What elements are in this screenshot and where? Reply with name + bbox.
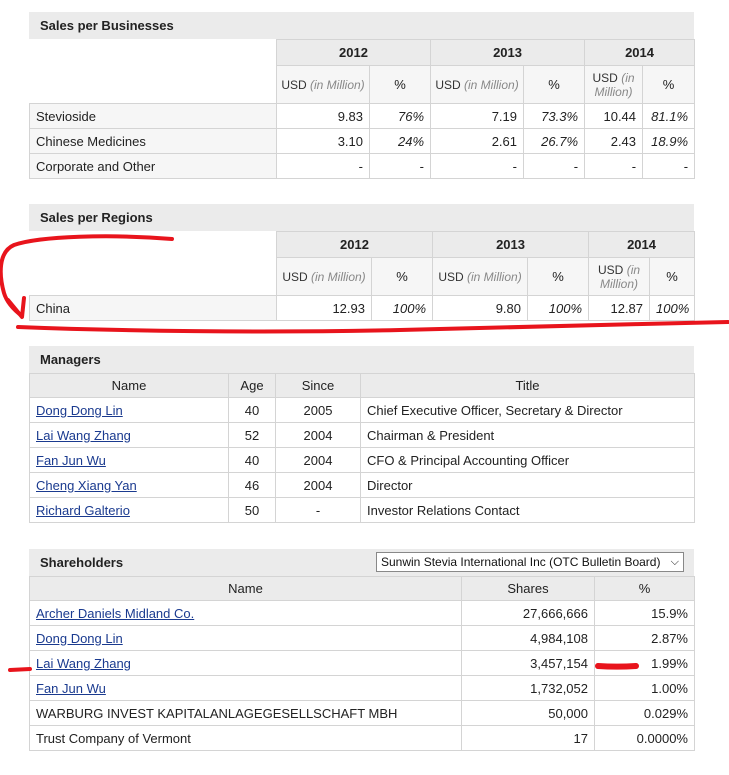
usd-header: USD (in Million) [276,257,372,296]
table-row: Dong Dong Lin 40 2005 Chief Executive Of… [29,397,695,423]
section-header: Shareholders Sunwin Stevia International… [29,549,694,576]
usd-header: USD (in Million) [432,257,529,296]
column-header: % [594,576,695,601]
table-row: Dong Dong Lin 4,984,108 2.87% [29,625,695,651]
column-header: Shares [461,576,595,601]
usd-header: USD (in Million) [584,65,644,104]
pct-header: % [649,257,696,296]
table-row: Richard Galterio 50 - Investor Relations… [29,497,695,523]
table-row: WARBURG INVEST KAPITALANLAGEGESELLSCHAFT… [29,700,695,726]
usd-header: USD (in Million) [588,257,651,296]
table-row: Archer Daniels Midland Co. 27,666,666 15… [29,600,695,626]
managers-table: Name Age Since Title Dong Dong Lin 40 20… [29,373,695,523]
manager-link[interactable]: Lai Wang Zhang [36,428,131,443]
shareholder-link[interactable]: Fan Jun Wu [36,681,106,696]
column-header: Name [29,576,462,601]
sales-per-regions-section: Sales per Regions 2012 2013 2014 USD (in… [29,204,696,321]
managers-section: Managers Name Age Since Title Dong Dong … [29,346,695,523]
shareholder-name: WARBURG INVEST KAPITALANLAGEGESELLSCHAFT… [29,700,462,726]
column-header: Since [275,373,361,398]
pct-header: % [523,65,586,104]
year-header: 2014 [584,39,696,66]
pct-header: % [527,257,590,296]
business-table: 2012 2013 2014 USD (in Million) % USD (i… [29,39,696,179]
year-header: 2012 [275,231,434,258]
regions-table: 2012 2013 2014 USD (in Million) % USD (i… [29,231,696,321]
pct-header: % [642,65,696,104]
shareholder-name: Trust Company of Vermont [29,725,462,751]
exchange-select[interactable]: Sunwin Stevia International Inc (OTC Bul… [376,552,684,572]
table-row: Corporate and Other - - - - - - [29,153,696,179]
annotation-arrowhead [6,296,26,319]
section-title: Shareholders [40,555,124,570]
table-row: Chinese Medicines 3.10 24% 2.61 26.7% 2.… [29,128,696,154]
year-header: 2013 [430,39,586,66]
table-row: Cheng Xiang Yan 46 2004 Director [29,472,695,498]
table-row: Trust Company of Vermont 17 0.0000% [29,725,695,751]
shareholders-section: Shareholders Sunwin Stevia International… [29,549,695,751]
manager-link[interactable]: Cheng Xiang Yan [36,478,137,493]
chevron-down-icon: ⌵ [670,556,679,568]
year-header: 2012 [275,39,432,66]
table-row: Lai Wang Zhang 3,457,154 1.99% [29,650,695,676]
column-header: Name [29,373,229,398]
shareholders-table: Name Shares % Archer Daniels Midland Co.… [29,576,695,751]
annotation-dash-left [8,667,32,672]
column-header: Title [360,373,695,398]
section-title: Sales per Businesses [29,12,694,39]
table-row: Lai Wang Zhang 52 2004 Chairman & Presid… [29,422,695,448]
manager-link[interactable]: Richard Galterio [36,503,130,518]
year-header: 2014 [588,231,696,258]
section-title: Sales per Regions [29,204,694,231]
table-row: Stevioside 9.83 76% 7.19 73.3% 10.44 81.… [29,103,696,129]
pct-header: % [370,257,434,296]
table-row: Fan Jun Wu 1,732,052 1.00% [29,675,695,701]
annotation-underline [16,320,729,334]
column-header: Age [228,373,276,398]
shareholder-link[interactable]: Lai Wang Zhang [36,656,131,671]
section-title: Managers [29,346,694,373]
table-row: Fan Jun Wu 40 2004 CFO & Principal Accou… [29,447,695,473]
usd-header: USD (in Million) [276,65,370,104]
sales-per-businesses-section: Sales per Businesses 2012 2013 2014 USD … [29,12,696,179]
manager-link[interactable]: Fan Jun Wu [36,453,106,468]
shareholder-link[interactable]: Archer Daniels Midland Co. [36,606,194,621]
table-row: China 12.93 100% 9.80 100% 12.87 100% [29,295,696,321]
manager-link[interactable]: Dong Dong Lin [36,403,123,418]
year-header: 2013 [432,231,590,258]
usd-header: USD (in Million) [430,65,525,104]
pct-header: % [368,65,432,104]
shareholder-link[interactable]: Dong Dong Lin [36,631,123,646]
